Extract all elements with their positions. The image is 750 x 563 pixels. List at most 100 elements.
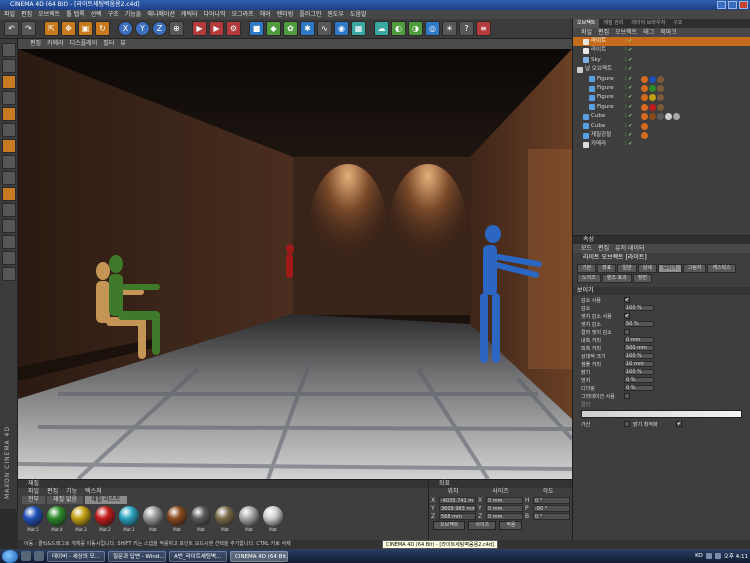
taskbar-button[interactable]: 데이버 - 세상의 모... — [47, 550, 105, 562]
material-menu-item[interactable]: 텍스쳐 — [85, 488, 102, 496]
menu-item[interactable]: 모그라프 — [232, 10, 254, 19]
material-tag-icon[interactable] — [649, 103, 656, 111]
texture-mode-icon[interactable] — [1, 139, 16, 153]
array-icon[interactable]: ✿ — [283, 21, 298, 36]
close-button[interactable] — [739, 1, 748, 9]
material-tag-icon[interactable] — [641, 103, 648, 111]
render-settings-icon[interactable]: ⚙ — [226, 21, 241, 36]
attribute-value-field[interactable]: 100 % — [624, 353, 654, 359]
menu-item[interactable]: 플러그인 — [299, 10, 321, 19]
visibility-flags-icon[interactable]: ⁝ ✔ — [625, 65, 632, 74]
object-row[interactable]: Figure ⁝ ✔ — [573, 84, 750, 93]
attribute-tab[interactable]: 상세 — [637, 264, 657, 273]
material-tag-icon[interactable] — [657, 103, 664, 111]
object-row[interactable]: 라이트 ⁝ ✔ — [573, 46, 750, 55]
viewport-menu-item[interactable]: 카메라 — [47, 39, 64, 49]
position-field[interactable]: 3609.983 mm — [439, 504, 476, 512]
material-tag-icon[interactable] — [641, 122, 648, 130]
size-mode-dropdown[interactable]: 사이즈 — [468, 521, 497, 530]
grid-icon[interactable] — [1, 235, 16, 249]
material-tag-icon[interactable] — [641, 94, 648, 102]
layout-icon[interactable] — [1, 219, 16, 233]
attributes-menu-item[interactable]: 모드 — [581, 244, 592, 253]
scale-icon[interactable]: ▣ — [78, 21, 93, 36]
attribute-checkbox[interactable] — [624, 329, 630, 335]
menu-item[interactable]: 윈도우 — [327, 10, 344, 19]
menu-item[interactable]: 애니메이션 — [147, 10, 175, 19]
material-tag-icon[interactable] — [641, 84, 648, 92]
live-select-icon[interactable]: ⇱ — [44, 21, 59, 36]
material-tag-icon[interactable] — [641, 75, 648, 83]
taskbar-button[interactable]: 질문과 답변 - Wind... — [108, 550, 166, 562]
attribute-tab[interactable]: 기본 — [577, 264, 597, 273]
visibility-flags-icon[interactable]: ⁝ ✔ — [625, 56, 632, 65]
menu-item[interactable]: 캐릭터 — [181, 10, 198, 19]
taskbar-button[interactable]: CINEMA 4D (64 Bit... — [230, 550, 288, 562]
coord-mode-dropdown[interactable]: 오브젝트 — [433, 521, 466, 530]
material-swatch[interactable]: Mat — [142, 506, 164, 536]
paint-icon[interactable] — [1, 251, 16, 265]
workplane-icon[interactable] — [1, 155, 16, 169]
object-row[interactable]: 라이트 ⁝ ✔ — [573, 37, 750, 47]
clock[interactable]: 오후 4:11 — [724, 552, 748, 560]
menu-item[interactable]: 다이나믹 — [203, 10, 225, 19]
script-icon[interactable]: ≡ — [476, 21, 491, 36]
material-tag-icon[interactable] — [657, 113, 664, 121]
rotation-field[interactable]: -90 ° — [533, 504, 570, 512]
magnet-icon[interactable] — [1, 187, 16, 201]
attribute-value-field[interactable]: 10 mm — [624, 361, 654, 367]
minimize-button[interactable] — [717, 1, 726, 9]
viewport-menu-item[interactable]: 편집 — [30, 39, 41, 49]
nurbs-icon[interactable]: ◆ — [266, 21, 281, 36]
attribute-checkbox[interactable]: ✔ — [624, 297, 630, 303]
floor-icon[interactable]: ◑ — [408, 21, 423, 36]
model-mode-icon[interactable] — [1, 43, 16, 57]
position-field[interactable]: 568 mm — [439, 512, 476, 520]
material-tab[interactable]: 재질 없음 — [47, 496, 84, 504]
size-field[interactable]: 0 mm — [486, 512, 523, 520]
axis-mode-icon[interactable] — [1, 123, 16, 137]
soft-selection-icon[interactable] — [1, 203, 16, 217]
material-tag-icon[interactable] — [673, 113, 680, 121]
visibility-flags-icon[interactable]: ⁝ ✔ — [625, 131, 632, 140]
brightness-optimize-checkbox[interactable]: ✔ — [676, 421, 682, 427]
material-swatch[interactable]: Mat — [166, 506, 188, 536]
material-menu-item[interactable]: 편집 — [47, 488, 58, 496]
size-field[interactable]: 0 mm — [486, 496, 523, 504]
ie-quicklaunch-icon[interactable] — [21, 551, 31, 561]
x-axis-icon[interactable]: X — [118, 21, 133, 36]
maximize-button[interactable] — [728, 1, 737, 9]
material-swatch[interactable]: Mat.3 — [70, 506, 92, 536]
environment-icon[interactable]: ☁ — [374, 21, 389, 36]
object-row[interactable]: Figure ⁝ ✔ — [573, 75, 750, 84]
size-field[interactable]: 0 mm — [486, 504, 523, 512]
material-swatch[interactable]: Mat — [214, 506, 236, 536]
render-picture-viewer-icon[interactable]: ▶ — [209, 21, 224, 36]
menu-item[interactable]: 파일 — [4, 10, 15, 19]
y-axis-icon[interactable]: Y — [135, 21, 150, 36]
menu-item[interactable]: 기능들 — [125, 10, 142, 19]
rotate-icon[interactable]: ↻ — [95, 21, 110, 36]
material-swatch[interactable]: Mat.1 — [118, 506, 140, 536]
gradient-checkbox[interactable] — [624, 393, 630, 399]
attributes-menu-item[interactable]: 편집 — [598, 244, 609, 253]
menu-item[interactable]: 헤어 — [260, 10, 271, 19]
attribute-tab[interactable]: 보이기 — [657, 264, 682, 273]
menu-item[interactable]: 툴 탭록 — [66, 10, 84, 19]
object-row[interactable]: Figure ⁝ ✔ — [573, 103, 750, 112]
boole-icon[interactable]: ◉ — [334, 21, 349, 36]
material-tag-icon[interactable] — [649, 113, 656, 121]
attribute-tab[interactable]: 일반 — [617, 264, 637, 273]
material-tag-icon[interactable] — [649, 84, 656, 92]
attribute-value-field[interactable]: 50 % — [624, 321, 654, 327]
snap-icon[interactable] — [1, 171, 16, 185]
material-swatch[interactable]: Mat.4 — [46, 506, 68, 536]
object-row[interactable]: Cube ⁝ ✔ — [573, 112, 750, 121]
visibility-flags-icon[interactable]: ⁝ ✔ — [625, 93, 632, 102]
edges-mode-icon[interactable] — [1, 91, 16, 105]
3d-viewport[interactable] — [18, 49, 572, 479]
material-tab[interactable]: 재질 리스트 — [85, 496, 127, 504]
additive-checkbox[interactable] — [624, 421, 630, 427]
object-row[interactable]: Figure ⁝ ✔ — [573, 93, 750, 102]
menu-item[interactable]: 편집 — [21, 10, 32, 19]
